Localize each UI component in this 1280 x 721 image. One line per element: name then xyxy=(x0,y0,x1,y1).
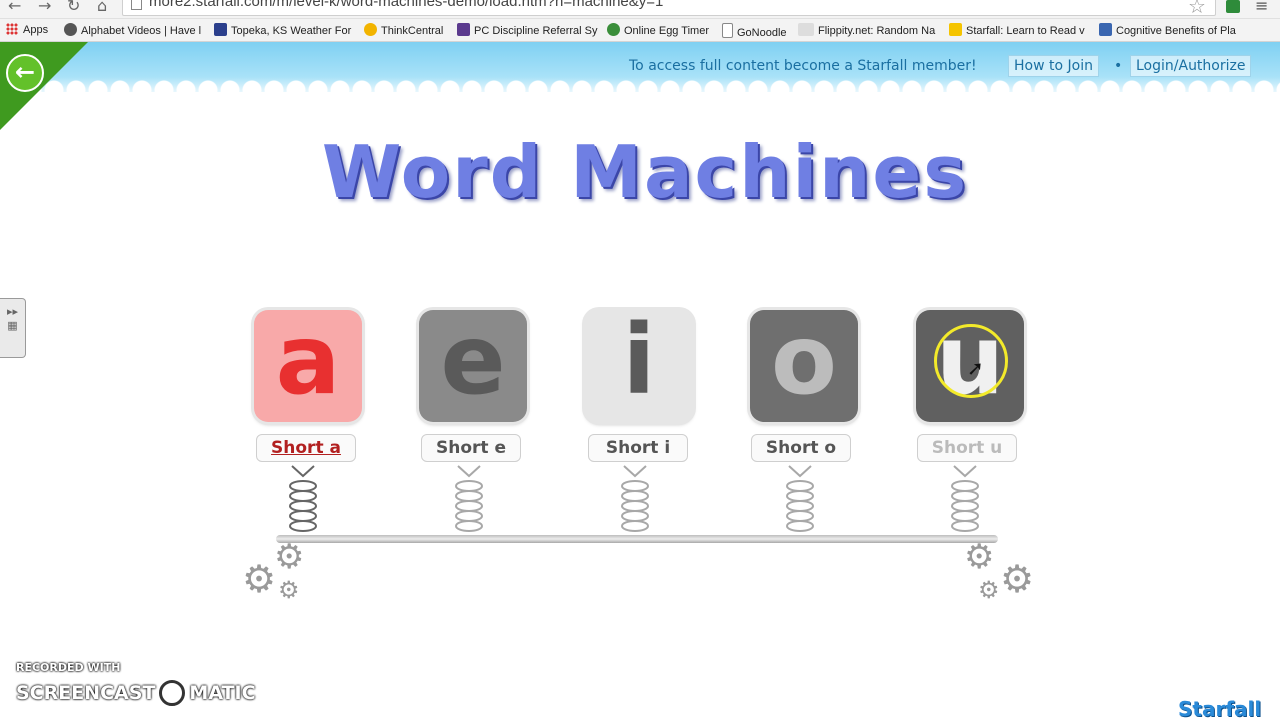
flippity-icon xyxy=(798,23,814,36)
separator-bullet: • xyxy=(1114,58,1123,74)
star-icon xyxy=(949,23,962,36)
back-arrow-icon[interactable]: ← xyxy=(8,0,21,15)
home-icon[interactable]: ⌂ xyxy=(97,0,107,15)
page-icon xyxy=(722,23,733,38)
label-short-o[interactable]: Short o xyxy=(751,434,851,462)
bookmark-star-icon[interactable]: ☆ xyxy=(1188,0,1206,18)
tile-short-i[interactable]: i xyxy=(585,310,693,422)
bookmark-label: Topeka, KS Weather For xyxy=(231,25,352,37)
bookmark-label: PC Discipline Referral Sy xyxy=(474,25,598,37)
label-short-a[interactable]: Short a xyxy=(256,434,356,462)
starfall-logo[interactable]: Starfall xyxy=(1178,697,1261,721)
bookmark-gonoodle[interactable]: GoNoodle xyxy=(722,23,787,39)
gear-icon: ⚙ xyxy=(242,557,277,601)
spring-icon xyxy=(289,465,317,532)
page-title: Word Machines xyxy=(321,130,969,214)
bookmark-label: Cognitive Benefits of Pla xyxy=(1116,25,1236,37)
label-short-u[interactable]: Short u xyxy=(917,434,1017,462)
bookmark-label: Flippity.net: Random Na xyxy=(818,25,936,37)
bookmark-label: Apps xyxy=(23,24,49,36)
label-short-i[interactable]: Short i xyxy=(588,434,688,462)
menu-icon[interactable]: ≡ xyxy=(1255,0,1268,15)
label-short-e[interactable]: Short e xyxy=(421,434,521,462)
tile-short-a[interactable]: a xyxy=(254,310,362,422)
address-bar[interactable]: more2.starfall.com/m/level-k/word-machin… xyxy=(122,0,1216,16)
spring-icon xyxy=(951,465,979,532)
screencast-left: SCREENCAST xyxy=(16,682,156,704)
bookmark-thinkcentral[interactable]: ThinkCentral xyxy=(364,23,443,37)
screencast-logo: SCREENCAST MATIC xyxy=(16,680,256,706)
bookmark-starfall[interactable]: Starfall: Learn to Read v xyxy=(949,23,1085,37)
browser-toolbar: ← → ↻ ⌂ more2.starfall.com/m/level-k/wor… xyxy=(0,0,1280,19)
gear-icon: ⚙ xyxy=(1000,557,1035,601)
site-icon xyxy=(1099,23,1112,36)
side-panel-tab[interactable]: ▸▸ ▦ xyxy=(0,298,26,358)
url-text: more2.starfall.com/m/level-k/word-machin… xyxy=(149,0,664,10)
recorded-with-text: RECORDED WITH xyxy=(16,661,121,674)
screencast-circle-icon xyxy=(159,680,186,706)
globe-icon xyxy=(64,23,77,36)
bookmark-flippity[interactable]: Flippity.net: Random Na xyxy=(798,23,935,37)
spring-icon xyxy=(786,465,814,532)
bookmark-cognitive-benefits[interactable]: Cognitive Benefits of Pla xyxy=(1099,23,1236,37)
bookmark-pc-discipline[interactable]: PC Discipline Referral Sy xyxy=(457,23,597,37)
weather-icon xyxy=(214,23,227,36)
bookmark-label: Starfall: Learn to Read v xyxy=(966,25,1085,37)
login-button[interactable]: Login/Authorize xyxy=(1130,55,1252,77)
thinkcentral-icon xyxy=(364,23,377,36)
member-message: To access full content become a Starfall… xyxy=(629,58,977,74)
bookmark-topeka-weather[interactable]: Topeka, KS Weather For xyxy=(214,23,351,37)
bookmark-label: Online Egg Timer xyxy=(624,25,709,37)
bookmark-egg-timer[interactable]: Online Egg Timer xyxy=(607,23,709,37)
machine-bar xyxy=(276,535,998,543)
screencast-right: MATIC xyxy=(189,682,256,704)
bookmark-label: GoNoodle xyxy=(737,27,787,39)
bookmark-apps[interactable]: Apps xyxy=(6,23,48,36)
bookmark-label: Alphabet Videos | Have l xyxy=(81,25,202,37)
gear-icon: ⚙ xyxy=(978,576,1000,604)
cloud-border xyxy=(0,80,1280,98)
page-icon xyxy=(131,0,142,10)
bookmark-label: ThinkCentral xyxy=(381,25,444,37)
gear-icon: ⚙ xyxy=(278,576,300,604)
letter-i: i xyxy=(622,304,656,416)
bookmark-alphabet-videos[interactable]: Alphabet Videos | Have l xyxy=(64,23,201,37)
letter-o: o xyxy=(771,304,837,416)
mouse-cursor-icon: ➚ xyxy=(967,356,984,380)
forward-arrow-icon[interactable]: → xyxy=(38,0,51,15)
gear-icon: ⚙ xyxy=(964,537,995,577)
extension-icon[interactable] xyxy=(1226,0,1240,13)
letter-e: e xyxy=(440,304,506,416)
timer-icon xyxy=(607,23,620,36)
form-icon xyxy=(457,23,470,36)
tile-short-e[interactable]: e xyxy=(419,310,527,422)
back-arrow-icon[interactable]: ← xyxy=(6,54,44,92)
apps-grid-icon xyxy=(6,23,18,35)
bookmarks-bar: Apps Alphabet Videos | Have l Topeka, KS… xyxy=(0,19,1280,42)
gear-icon: ⚙ xyxy=(274,537,305,577)
reload-icon[interactable]: ↻ xyxy=(67,0,80,15)
spring-icon xyxy=(621,465,649,532)
tile-short-o[interactable]: o xyxy=(750,310,858,422)
how-to-join-button[interactable]: How to Join xyxy=(1008,55,1099,77)
spring-icon xyxy=(455,465,483,532)
letter-a: a xyxy=(275,304,341,416)
